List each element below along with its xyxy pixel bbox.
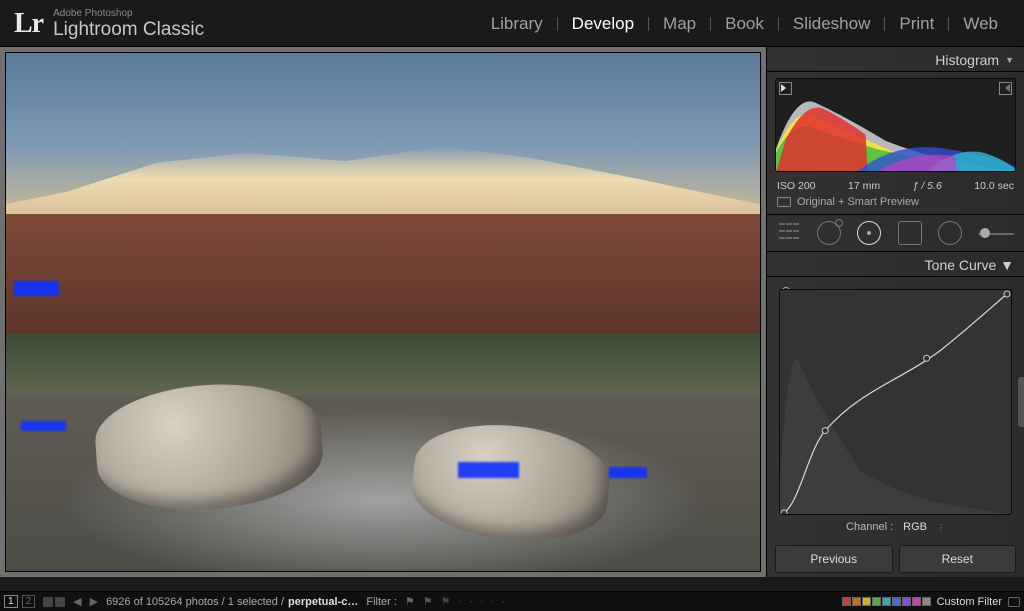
preview-status-row: Original + Smart Preview [767, 194, 1024, 215]
chevron-down-icon: ▼ [996, 257, 1014, 273]
previous-button[interactable]: Previous [775, 545, 893, 573]
module-tab-book[interactable]: Book [711, 14, 778, 34]
channel-value: RGB [903, 521, 927, 533]
crop-tool-button[interactable] [777, 221, 801, 245]
color-swatch[interactable] [882, 597, 891, 606]
histogram-title: Histogram [935, 52, 999, 68]
tone-curve-body: Channel : RGB ⋮ [767, 277, 1024, 545]
module-tab-library[interactable]: Library [477, 14, 557, 34]
adjustment-brush-button[interactable] [978, 221, 1014, 245]
photo-region [6, 214, 760, 344]
secondary-display-toggle[interactable]: 1 2 [4, 595, 35, 608]
logo-title: Adobe Photoshop Lightroom Classic [53, 9, 204, 39]
meta-aperture: ƒ / 5.6 [913, 180, 942, 192]
nav-fwd-icon[interactable]: ▶ [90, 595, 98, 608]
meta-shutter: 10.0 sec [974, 180, 1014, 192]
spot-removal-button[interactable] [817, 221, 841, 245]
color-swatch[interactable] [872, 597, 881, 606]
shadow-clipping-overlay [458, 462, 518, 478]
graduated-filter-button[interactable] [898, 221, 922, 245]
histogram-panel-header[interactable]: Histogram ▼ [767, 47, 1024, 72]
chevron-down-icon: ▼ [1005, 55, 1014, 65]
module-picker: LibraryDevelopMapBookSlideshowPrintWeb [477, 14, 1012, 34]
photo-count-status: 6926 of 105264 photos / 1 selected / per… [106, 596, 358, 608]
module-tab-web[interactable]: Web [949, 14, 1012, 34]
display-2-button[interactable]: 2 [22, 595, 36, 608]
redeye-tool-button[interactable] [857, 221, 881, 245]
tone-curve-panel: Tone Curve ▼ [767, 252, 1024, 581]
logo-mark: Lr [14, 8, 43, 40]
filmstrip-toolbar: 1 2 ◀ ▶ 6926 of 105264 photos / 1 select… [0, 591, 1024, 611]
color-swatch[interactable] [892, 597, 901, 606]
display-1-button[interactable]: 1 [4, 595, 18, 608]
status-text: 6926 of 105264 photos / 1 selected / [106, 596, 284, 608]
flag-filter-icon[interactable]: ⚑ [441, 595, 451, 608]
color-swatch[interactable] [842, 597, 851, 606]
module-tab-map[interactable]: Map [649, 14, 710, 34]
filter-lock-icon[interactable] [1008, 597, 1020, 607]
local-adjust-toolstrip [767, 215, 1024, 252]
logo-block: Lr Adobe Photoshop Lightroom Classic [14, 8, 204, 40]
tone-curve-title: Tone Curve [925, 257, 997, 273]
footer-right: Custom Filter [842, 596, 1020, 608]
meta-focal: 17 mm [848, 180, 880, 192]
logo-product: Lightroom Classic [53, 20, 204, 39]
meta-iso: ISO 200 [777, 180, 816, 192]
histogram-chart[interactable] [775, 78, 1016, 172]
tone-curve-editor[interactable] [779, 289, 1012, 515]
flag-filter-icon[interactable]: ⚑ [423, 595, 433, 608]
color-swatch[interactable] [862, 597, 871, 606]
preview-icon [777, 197, 791, 207]
right-panel-group: Histogram ▼ ISO 200 17 mm ƒ / [766, 47, 1024, 577]
grid-view-button[interactable] [43, 597, 65, 607]
color-swatch[interactable] [922, 597, 931, 606]
loupe-area [0, 47, 766, 577]
tone-curve-header[interactable]: Tone Curve ▼ [767, 252, 1024, 277]
tone-curve-buttons: Previous Reset [767, 545, 1024, 581]
reset-button[interactable]: Reset [899, 545, 1017, 573]
color-label-filter[interactable] [842, 597, 931, 606]
module-tab-slideshow[interactable]: Slideshow [779, 14, 885, 34]
dropdown-icon: ⋮ [937, 523, 945, 532]
radial-filter-button[interactable] [938, 221, 962, 245]
rating-filter[interactable]: · · · · · [459, 596, 508, 608]
app-header: Lr Adobe Photoshop Lightroom Classic Lib… [0, 0, 1024, 47]
color-swatch[interactable] [852, 597, 861, 606]
channel-selector[interactable]: Channel : RGB ⋮ [779, 515, 1012, 541]
histogram-body [767, 72, 1024, 176]
nav-back-icon[interactable]: ◀ [73, 595, 81, 608]
logo-superscript: Adobe Photoshop [53, 9, 204, 19]
preview-status: Original + Smart Preview [797, 196, 919, 208]
photo-preview[interactable] [5, 52, 761, 572]
color-swatch[interactable] [912, 597, 921, 606]
flag-filter-icon[interactable]: ⚑ [405, 595, 415, 608]
channel-label: Channel : [846, 521, 893, 533]
module-tab-develop[interactable]: Develop [558, 14, 648, 34]
histogram-metadata: ISO 200 17 mm ƒ / 5.6 10.0 sec [767, 176, 1024, 194]
module-tab-print[interactable]: Print [885, 14, 948, 34]
filter-preset[interactable]: Custom Filter [937, 596, 1002, 608]
shadow-clipping-overlay [14, 281, 59, 297]
workspace: Histogram ▼ ISO 200 17 mm ƒ / [0, 47, 1024, 577]
filter-label: Filter : [366, 596, 397, 608]
shadow-clipping-overlay [609, 467, 647, 477]
color-swatch[interactable] [902, 597, 911, 606]
panel-resize-grip[interactable] [1018, 377, 1024, 427]
shadow-clipping-overlay [21, 421, 66, 431]
status-folder: perpetual-c… [288, 596, 358, 608]
